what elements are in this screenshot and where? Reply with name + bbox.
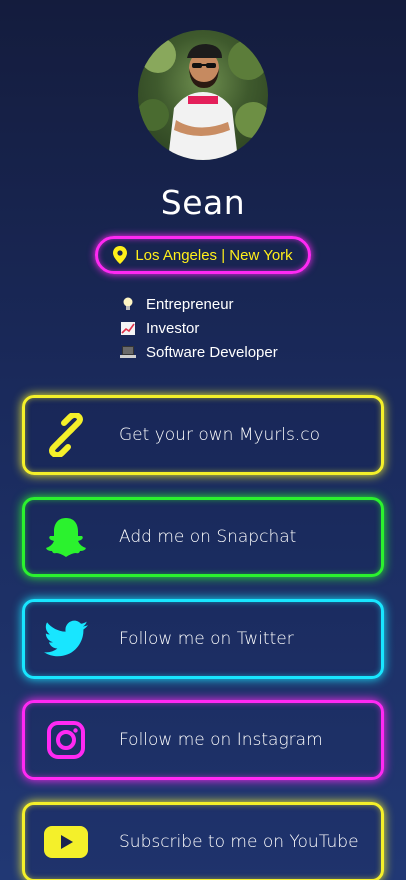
twitter-icon: [42, 615, 90, 663]
bio-item: Investor: [120, 316, 278, 340]
youtube-link-button[interactable]: Subscribe to me on YouTube: [22, 802, 384, 880]
myurls-link-button[interactable]: Get your own Myurls.co: [22, 395, 384, 475]
twitter-link-button[interactable]: Follow me on Twitter: [22, 599, 384, 679]
instagram-link-button[interactable]: Follow me on Instagram: [22, 700, 384, 780]
map-pin-icon: [113, 246, 128, 264]
bio-item: Software Developer: [120, 340, 278, 364]
link-label: Add me on Snapchat: [119, 527, 297, 547]
snapchat-icon: [42, 513, 90, 561]
youtube-icon: [42, 818, 90, 866]
bio-text: Software Developer: [146, 343, 278, 361]
lightbulb-emoji-icon: [120, 297, 136, 311]
link-icon: [42, 411, 90, 459]
instagram-icon: [42, 716, 90, 764]
link-label: Follow me on Instagram: [119, 730, 323, 750]
location-text: Los Angeles | New York: [135, 246, 293, 264]
location-badge: Los Angeles | New York: [95, 236, 311, 274]
link-label: Follow me on Twitter: [119, 629, 294, 649]
bio-item: Entrepreneur: [120, 292, 278, 316]
bio-text: Entrepreneur: [146, 295, 234, 313]
link-label: Get your own Myurls.co: [119, 425, 321, 445]
snapchat-link-button[interactable]: Add me on Snapchat: [22, 497, 384, 577]
profile-name: Sean: [160, 183, 246, 222]
laptop-emoji-icon: [120, 345, 136, 359]
link-label: Subscribe to me on YouTube: [119, 832, 359, 852]
bio-list: Entrepreneur Investor Software Developer: [120, 292, 278, 364]
bio-text: Investor: [146, 319, 200, 337]
chart-increasing-emoji-icon: [120, 321, 136, 335]
avatar: [138, 30, 268, 160]
